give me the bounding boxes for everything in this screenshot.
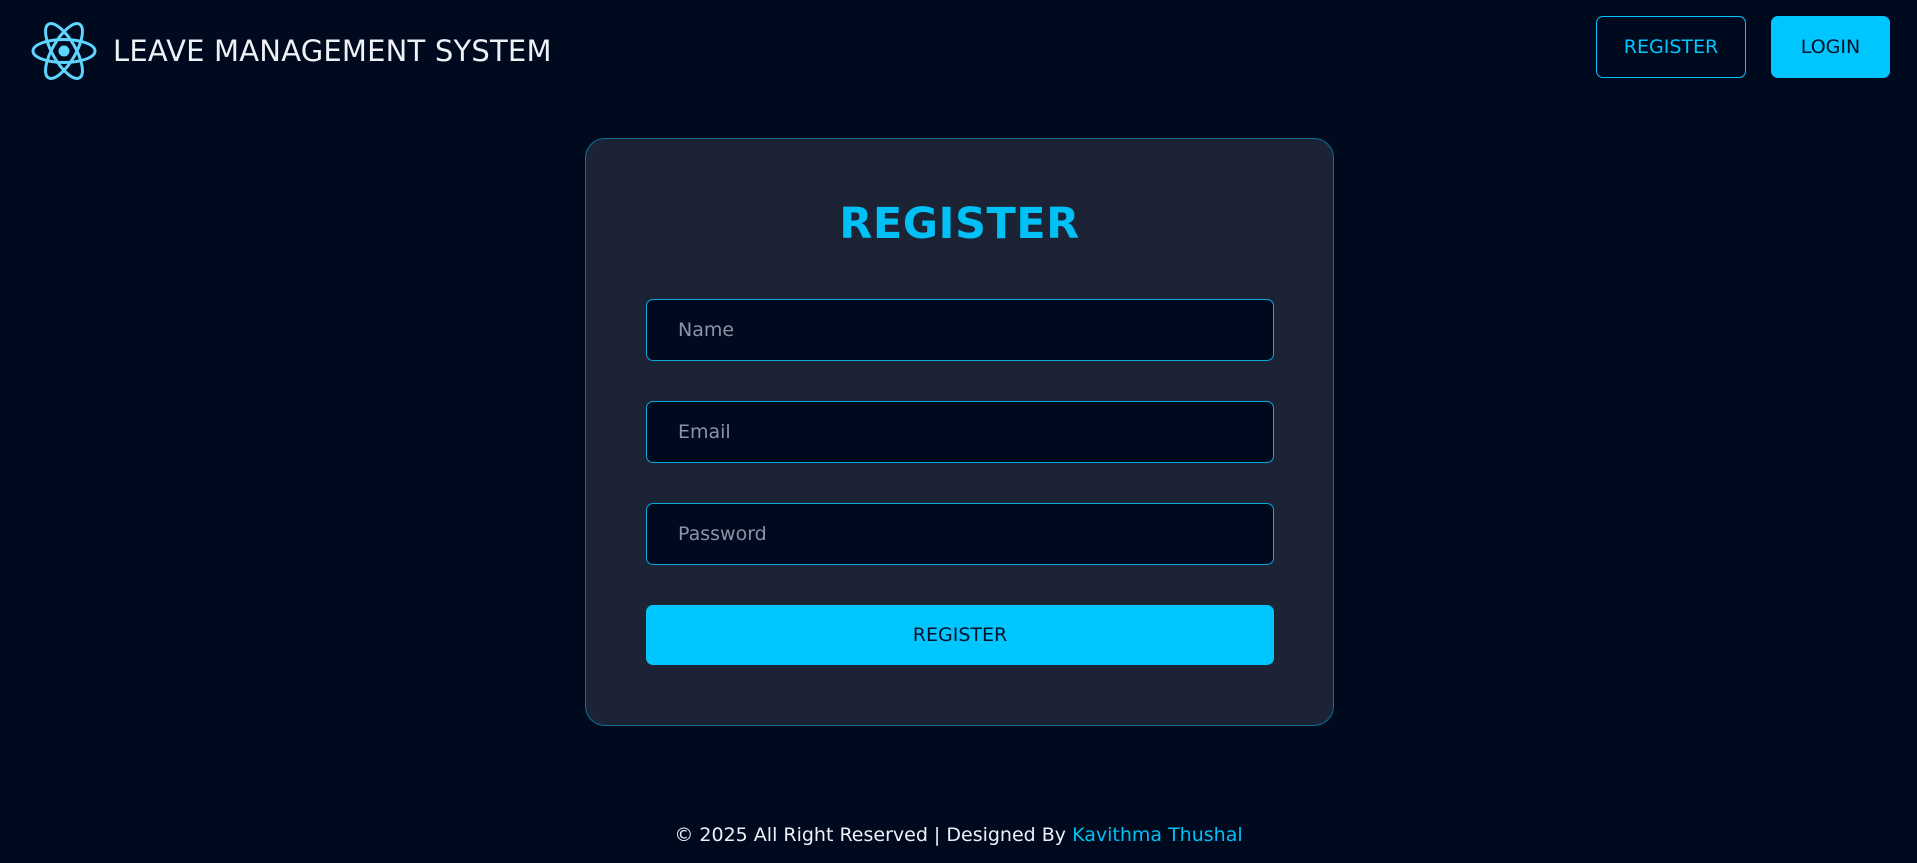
name-field[interactable] — [646, 299, 1274, 361]
brand[interactable]: LEAVE MANAGEMENT SYSTEM — [31, 16, 552, 86]
footer-author-link[interactable]: Kavithma Thushal — [1072, 824, 1243, 846]
email-field[interactable] — [646, 401, 1274, 463]
navbar: LEAVE MANAGEMENT SYSTEM REGISTER LOGIN — [0, 0, 1917, 96]
footer: © 2025 All Right Reserved | Designed By … — [0, 824, 1917, 846]
footer-copyright: © 2025 All Right Reserved | Designed By — [674, 824, 1067, 846]
register-card: REGISTER REGISTER — [585, 138, 1334, 726]
app-title: LEAVE MANAGEMENT SYSTEM — [113, 34, 552, 68]
password-field[interactable] — [646, 503, 1274, 565]
register-submit-button[interactable]: REGISTER — [646, 605, 1274, 665]
register-nav-button[interactable]: REGISTER — [1596, 16, 1746, 78]
atom-icon — [31, 22, 97, 80]
login-nav-button[interactable]: LOGIN — [1771, 16, 1890, 78]
form-title: REGISTER — [839, 199, 1080, 249]
